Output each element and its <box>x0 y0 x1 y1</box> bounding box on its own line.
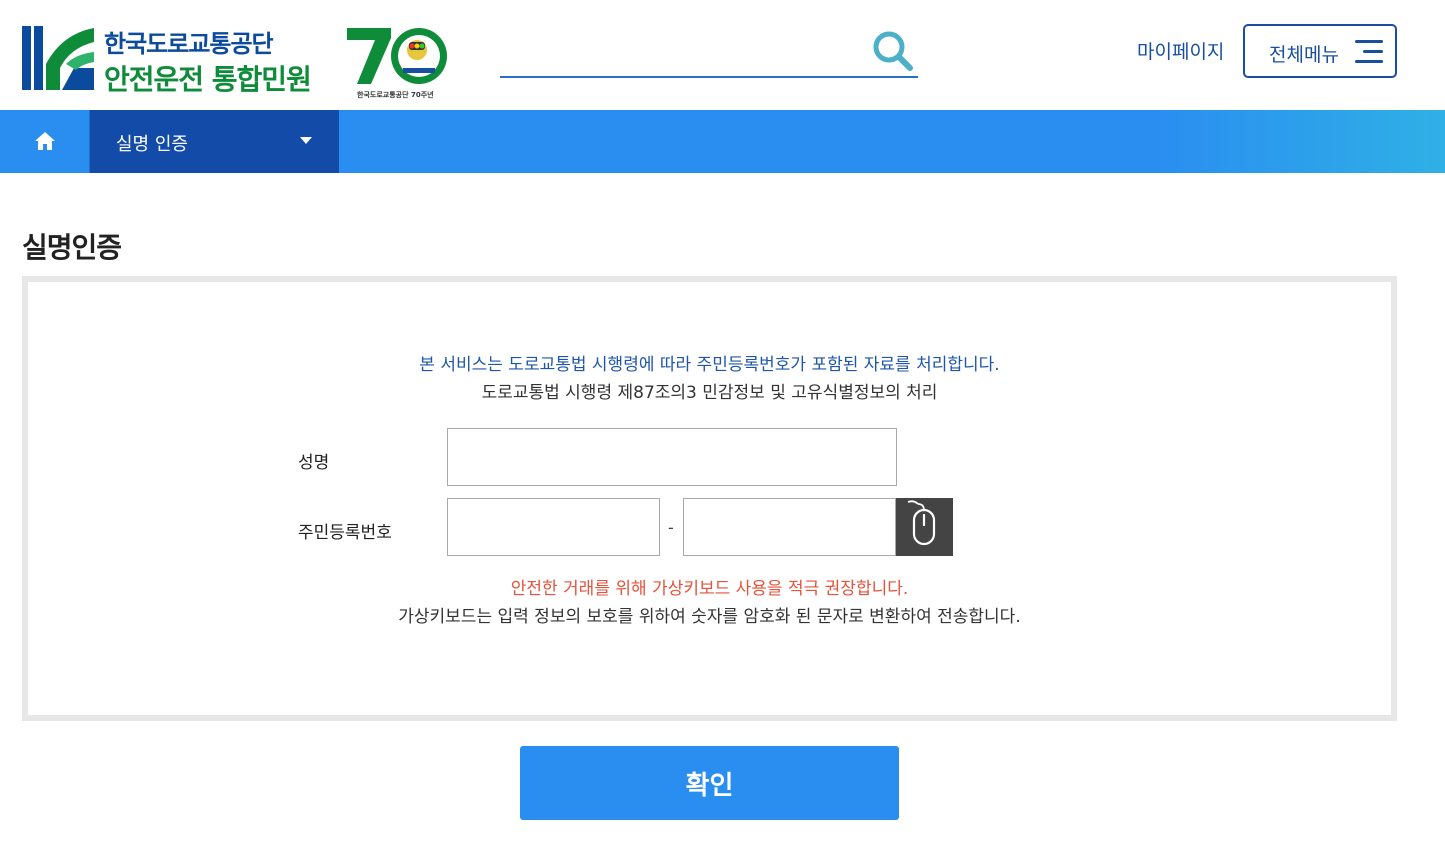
virtual-keyboard-recommendation: 안전한 거래를 위해 가상키보드 사용을 적극 권장합니다. <box>510 579 909 599</box>
home-button[interactable] <box>0 110 89 173</box>
confirm-button[interactable]: 확인 <box>520 746 899 820</box>
koroad-logo-mark <box>22 26 94 90</box>
rrn-front-input[interactable] <box>447 498 660 556</box>
rrn-label: 주민등록번호 <box>298 523 392 543</box>
home-icon <box>35 132 55 150</box>
site-logo[interactable]: 한국도로교통공단 안전운전 통합민원 <box>22 24 322 96</box>
caret-down-icon <box>300 137 312 144</box>
hamburger-icon <box>1353 40 1383 64</box>
logo-service-name: 안전운전 통합민원 <box>104 63 312 96</box>
search-icon[interactable] <box>870 28 914 72</box>
rrn-separator: - <box>668 518 674 537</box>
service-notice: 본 서비스는 도로교통법 시행령에 따라 주민등록번호가 포함된 자료를 처리합… <box>419 355 1000 375</box>
mypage-link[interactable]: 마이페이지 <box>1137 37 1224 64</box>
name-input[interactable] <box>447 428 897 486</box>
search-bar <box>500 24 918 78</box>
anniversary-70-logo: 한국도로교통공단 70주년 <box>345 22 450 102</box>
mouse-icon <box>907 500 936 546</box>
page-title: 실명인증 <box>22 231 122 264</box>
search-input[interactable] <box>500 24 860 74</box>
current-menu-label: 실명 인증 <box>116 134 188 155</box>
name-label: 성명 <box>298 453 330 473</box>
all-menu-button[interactable]: 전체메뉴 <box>1243 24 1397 78</box>
anniversary-caption: 한국도로교통공단 70주년 <box>357 91 434 99</box>
seventy-emblem-icon <box>347 28 447 84</box>
all-menu-label: 전체메뉴 <box>1269 44 1339 66</box>
site-header: 한국도로교통공단 안전운전 통합민원 한국도로교통공단 70주년 마이페이지 전… <box>0 0 1445 110</box>
verification-form-panel: 본 서비스는 도로교통법 시행령에 따라 주민등록번호가 포함된 자료를 처리합… <box>22 276 1397 721</box>
rrn-back-input[interactable] <box>683 498 896 556</box>
virtual-keyboard-button[interactable] <box>896 498 953 556</box>
logo-org-name: 한국도로교통공단 <box>104 30 274 58</box>
location-navbar: 실명 인증 <box>0 110 1445 173</box>
virtual-keyboard-description: 가상키보드는 입력 정보의 보호를 위하여 숫자를 암호화 된 문자로 변환하여… <box>398 607 1021 627</box>
legal-basis-notice: 도로교통법 시행령 제87조의3 민감정보 및 고유식별정보의 처리 <box>481 383 938 403</box>
current-menu-dropdown[interactable]: 실명 인증 <box>89 110 339 173</box>
